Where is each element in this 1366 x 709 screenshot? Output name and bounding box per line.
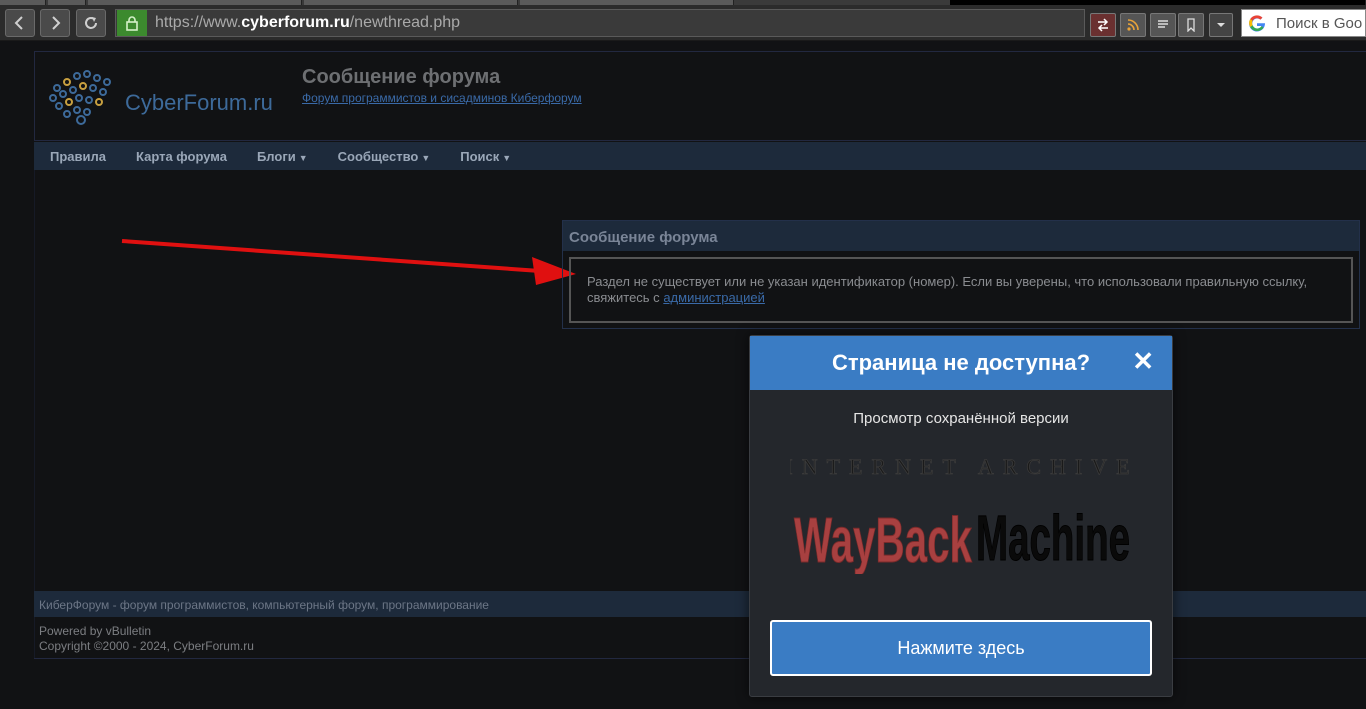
forum-navbar: Правила Карта форума Блоги ▼ Сообщество ▼ …	[34, 142, 1366, 170]
logo-text: CyberForum.ru	[125, 90, 273, 115]
dialog-subtitle: Просмотр сохранённой версии	[853, 410, 1069, 427]
address-bar[interactable]: https://www.cyberforum.ru/newthread.php	[115, 9, 1085, 37]
unavailable-page-dialog: Страница не доступна? ✕ Просмотр сохранё…	[749, 335, 1173, 697]
caret-down-icon: ▼	[421, 152, 431, 163]
cyberforum-logo-icon	[49, 70, 111, 125]
back-button[interactable]	[5, 9, 35, 37]
divider	[34, 170, 35, 658]
swap-icon	[1097, 18, 1109, 32]
forward-button[interactable]	[40, 9, 70, 37]
nav-item-community[interactable]: Сообщество ▼	[338, 149, 431, 164]
google-icon	[1249, 15, 1266, 32]
reload-button[interactable]	[76, 9, 106, 37]
rss-button[interactable]	[1120, 13, 1146, 37]
copyright-text: Copyright ©2000 - 2024, CyberForum.ru	[39, 639, 254, 653]
red-arrow-annotation	[121, 239, 576, 285]
svg-text:Machine: Machine	[976, 502, 1130, 574]
svg-text:WayBack: WayBack	[794, 504, 972, 574]
powered-by-text: Powered by vBulletin	[39, 624, 152, 638]
url-text[interactable]: https://www.cyberforum.ru/newthread.php	[155, 14, 460, 32]
url-domain: cyberforum.ru	[241, 14, 350, 31]
lock-icon	[117, 10, 147, 36]
site-logo[interactable]: CyberForum.ru	[45, 66, 305, 126]
caret-down-icon: ▼	[502, 152, 512, 163]
rss-icon	[1127, 19, 1139, 31]
dialog-title: Страница не доступна?	[831, 350, 1091, 375]
footer-credits: Powered by vBulletin Copyright ©2000 - 2…	[39, 624, 254, 654]
forum-home-link[interactable]: Форум программистов и сисадминов Киберфо…	[302, 91, 582, 105]
caret-down-icon: ▼	[298, 152, 308, 163]
reload-icon	[85, 17, 97, 29]
search-box[interactable]: Поиск в Goo	[1241, 9, 1366, 37]
nav-item-blogs[interactable]: Блоги ▼	[257, 149, 308, 164]
message-panel-header: Сообщение форума	[563, 221, 1359, 251]
nav-item-label: Блоги	[256, 148, 296, 164]
svg-text:INTERNET ARCHIVE: INTERNET ARCHIVE	[790, 454, 1135, 479]
search-placeholder: Поиск в Goo	[1276, 14, 1363, 32]
nav-item-rules[interactable]: Правила	[50, 149, 106, 164]
bookmark-button[interactable]	[1178, 13, 1204, 37]
url-path: /newthread.php	[349, 14, 461, 31]
wayback-machine-logo: INTERNET ARCHIVE WayBack Machine	[790, 454, 1135, 574]
administration-link[interactable]: администрацией	[663, 290, 765, 305]
dialog-header: Страница не доступна? ✕	[750, 336, 1172, 390]
bookmark-icon	[1187, 18, 1195, 32]
message-panel: Сообщение форума Раздел не существует ил…	[562, 220, 1360, 329]
button-label: Нажмите здесь	[897, 637, 1025, 658]
message-body: Раздел не существует или не указан идент…	[569, 257, 1353, 323]
nav-item-label: Правила	[50, 148, 106, 164]
chevron-right-icon	[52, 16, 61, 30]
nav-item-forum-map[interactable]: Карта форума	[136, 149, 227, 164]
chevron-down-icon	[1217, 23, 1225, 27]
page-title: Сообщение форума	[302, 66, 501, 88]
url-prefix: https://www.	[155, 14, 242, 31]
forum-header: CyberForum.ru Сообщение форума Форум про…	[34, 51, 1366, 141]
close-icon[interactable]: ✕	[1132, 346, 1154, 377]
open-archive-button[interactable]: Нажмите здесь	[770, 620, 1152, 676]
nav-item-label: Сообщество	[337, 148, 419, 164]
extension-button[interactable]	[1090, 13, 1116, 37]
reader-icon	[1158, 20, 1168, 28]
nav-item-label: Карта форума	[136, 148, 227, 164]
nav-item-search[interactable]: Поиск ▼	[460, 149, 511, 164]
chevron-left-icon	[14, 16, 23, 30]
browser-toolbar: https://www.cyberforum.ru/newthread.php …	[0, 5, 1366, 41]
nav-item-label: Поиск	[460, 148, 500, 164]
reader-button[interactable]	[1150, 13, 1176, 37]
menu-dropdown-button[interactable]	[1209, 13, 1233, 37]
